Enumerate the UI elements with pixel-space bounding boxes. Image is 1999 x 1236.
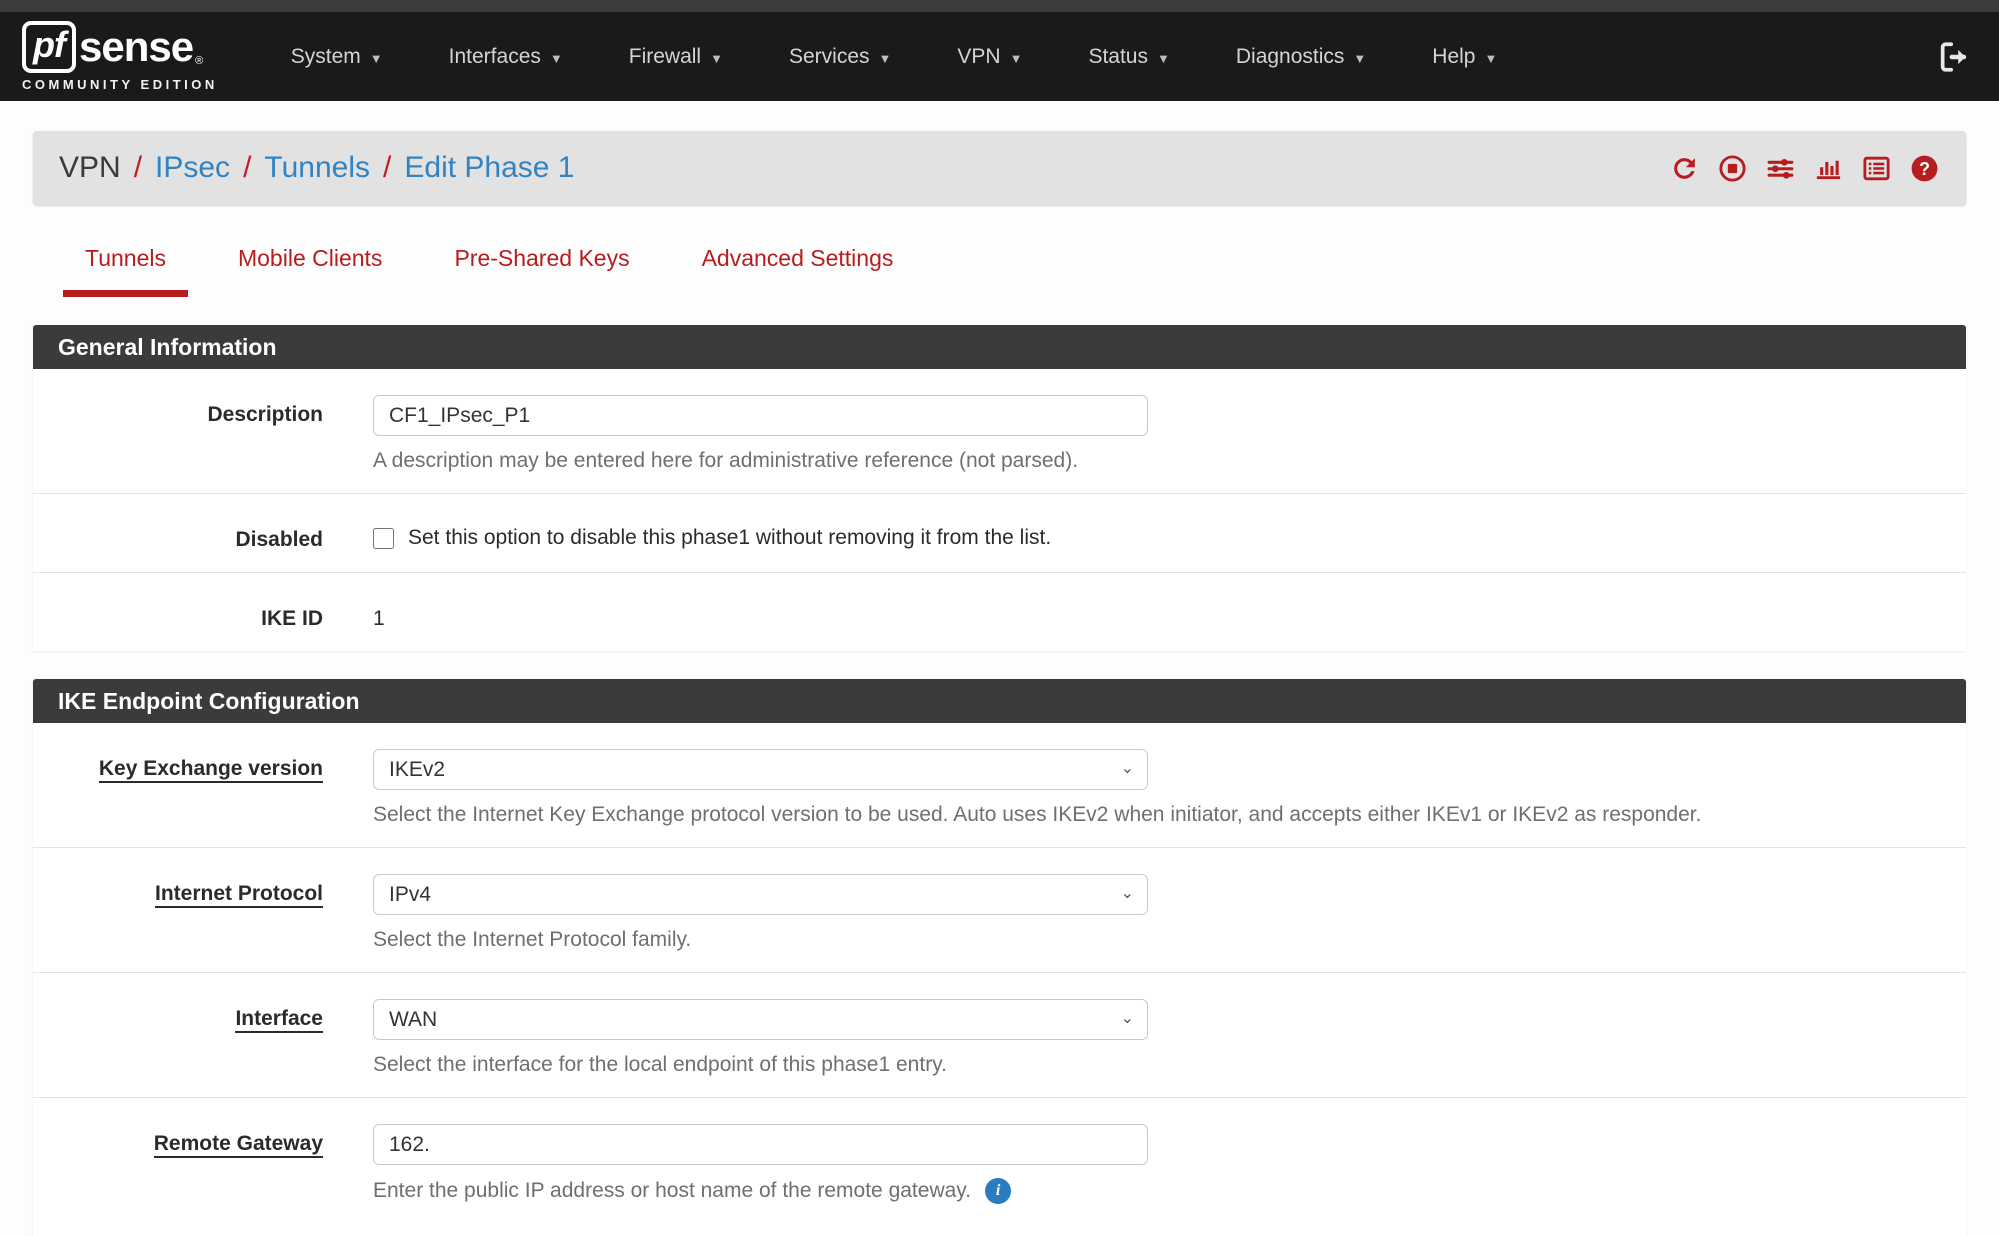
- nav-menu-diagnostics[interactable]: Diagnostics ▼: [1203, 12, 1399, 101]
- interface-help-text: Select the interface for the local endpo…: [373, 1053, 1926, 1077]
- nav-menu-label: Interfaces: [449, 45, 541, 69]
- interface-label[interactable]: Interface: [235, 1007, 323, 1033]
- breadcrumb-link-edit-phase1[interactable]: Edit Phase 1: [404, 151, 574, 185]
- nav-menu-label: System: [291, 45, 361, 69]
- tab-bar: Tunnels Mobile Clients Pre-Shared Keys A…: [63, 245, 1966, 297]
- tab-tunnels[interactable]: Tunnels: [63, 245, 188, 297]
- internet-protocol-help-text: Select the Internet Protocol family.: [373, 928, 1926, 952]
- info-icon[interactable]: i: [985, 1178, 1011, 1204]
- nav-menu-help[interactable]: Help ▼: [1399, 12, 1530, 101]
- help-icon[interactable]: ?: [1909, 153, 1940, 184]
- caret-down-icon: ▼: [1010, 51, 1023, 66]
- remote-gateway-input[interactable]: [373, 1124, 1148, 1165]
- navbar-menu: System ▼ Interfaces ▼ Firewall ▼ Service…: [258, 12, 1937, 101]
- nav-menu-services[interactable]: Services ▼: [756, 12, 924, 101]
- refresh-icon[interactable]: [1669, 153, 1700, 184]
- nav-menu-label: Diagnostics: [1236, 45, 1345, 69]
- tab-advanced-settings[interactable]: Advanced Settings: [680, 245, 916, 297]
- breadcrumb-separator: /: [134, 151, 142, 185]
- breadcrumb-link-tunnels[interactable]: Tunnels: [264, 151, 370, 185]
- pfsense-logo-registered-mark: ®: [195, 55, 203, 67]
- log-list-icon[interactable]: [1861, 153, 1892, 184]
- disabled-checkbox[interactable]: [373, 528, 394, 549]
- related-settings-sliders-icon[interactable]: [1765, 153, 1796, 184]
- nav-menu-label: Firewall: [629, 45, 701, 69]
- internet-protocol-select[interactable]: IPv4: [373, 874, 1148, 915]
- tab-pre-shared-keys[interactable]: Pre-Shared Keys: [432, 245, 651, 297]
- section-title-ike-endpoint-configuration: IKE Endpoint Configuration: [33, 679, 1966, 723]
- nav-menu-interfaces[interactable]: Interfaces ▼: [416, 12, 596, 101]
- tab-mobile-clients[interactable]: Mobile Clients: [216, 245, 404, 297]
- disabled-label: Disabled: [235, 528, 323, 551]
- breadcrumb-action-icons: ?: [1669, 153, 1940, 184]
- ike-id-value: 1: [373, 599, 1926, 631]
- nav-menu-status[interactable]: Status ▼: [1055, 12, 1202, 101]
- description-label: Description: [207, 403, 323, 426]
- nav-menu-firewall[interactable]: Firewall ▼: [596, 12, 756, 101]
- nav-menu-label: Services: [789, 45, 870, 69]
- nav-menu-label: VPN: [957, 45, 1000, 69]
- caret-down-icon: ▼: [879, 51, 892, 66]
- internet-protocol-label[interactable]: Internet Protocol: [155, 882, 323, 908]
- stop-icon[interactable]: [1717, 153, 1748, 184]
- caret-down-icon: ▼: [370, 51, 383, 66]
- ike-id-label: IKE ID: [261, 607, 323, 630]
- breadcrumb-separator: /: [383, 151, 391, 185]
- section-general-information: General Information Description A descri…: [33, 325, 1966, 651]
- key-exchange-version-select[interactable]: IKEv2: [373, 749, 1148, 790]
- breadcrumb-root: VPN: [59, 151, 121, 185]
- remote-gateway-label[interactable]: Remote Gateway: [154, 1132, 323, 1158]
- caret-down-icon: ▼: [550, 51, 563, 66]
- breadcrumb-separator: /: [243, 151, 251, 185]
- pfsense-logo-subtitle: COMMUNITY EDITION: [22, 77, 218, 92]
- breadcrumb-link-ipsec[interactable]: IPsec: [155, 151, 230, 185]
- main-navbar: pf sense ® COMMUNITY EDITION System ▼ In…: [0, 12, 1999, 101]
- breadcrumb-bar: VPN / IPsec / Tunnels / Edit Phase 1: [33, 131, 1966, 205]
- sign-out-icon[interactable]: [1937, 40, 1971, 74]
- section-title-general-information: General Information: [33, 325, 1966, 369]
- form-row-interface: Interface WAN ⌄ Select the interface for…: [33, 972, 1966, 1097]
- breadcrumb: VPN / IPsec / Tunnels / Edit Phase 1: [59, 151, 575, 185]
- form-row-internet-protocol: Internet Protocol IPv4 ⌄ Select the Inte…: [33, 847, 1966, 972]
- caret-down-icon: ▼: [710, 51, 723, 66]
- svg-text:?: ?: [1919, 158, 1930, 178]
- section-ike-endpoint-configuration: IKE Endpoint Configuration Key Exchange …: [33, 679, 1966, 1236]
- description-help-text: A description may be entered here for ad…: [373, 449, 1926, 473]
- top-strip: [0, 0, 1999, 12]
- form-row-remote-gateway: Remote Gateway Enter the public IP addre…: [33, 1097, 1966, 1224]
- pfsense-edit-phase1-page: pf sense ® COMMUNITY EDITION System ▼ In…: [0, 0, 1999, 1236]
- pfsense-logo[interactable]: pf sense ® COMMUNITY EDITION: [22, 21, 218, 92]
- disabled-checkbox-text: Set this option to disable this phase1 w…: [408, 526, 1051, 550]
- nav-menu-label: Help: [1432, 45, 1475, 69]
- pfsense-logo-row: pf sense ®: [22, 21, 218, 73]
- pfsense-logo-sense: sense: [79, 23, 193, 71]
- nav-menu-label: Status: [1088, 45, 1148, 69]
- caret-down-icon: ▼: [1353, 51, 1366, 66]
- nav-menu-vpn[interactable]: VPN ▼: [924, 12, 1055, 101]
- caret-down-icon: ▼: [1485, 51, 1498, 66]
- form-row-description: Description A description may be entered…: [33, 369, 1966, 493]
- remote-gateway-help-text: Enter the public IP address or host name…: [373, 1179, 971, 1203]
- form-row-ike-id: IKE ID 1: [33, 572, 1966, 651]
- key-exchange-version-help-text: Select the Internet Key Exchange protoco…: [373, 803, 1926, 827]
- pfsense-logo-pf: pf: [22, 21, 76, 73]
- description-input[interactable]: [373, 395, 1148, 436]
- caret-down-icon: ▼: [1157, 51, 1170, 66]
- status-chart-icon[interactable]: [1813, 153, 1844, 184]
- key-exchange-version-label[interactable]: Key Exchange version: [99, 757, 323, 783]
- form-row-key-exchange-version: Key Exchange version IKEv2 ⌄ Select the …: [33, 723, 1966, 847]
- nav-menu-system[interactable]: System ▼: [258, 12, 416, 101]
- interface-select[interactable]: WAN: [373, 999, 1148, 1040]
- form-row-disabled: Disabled Set this option to disable this…: [33, 493, 1966, 572]
